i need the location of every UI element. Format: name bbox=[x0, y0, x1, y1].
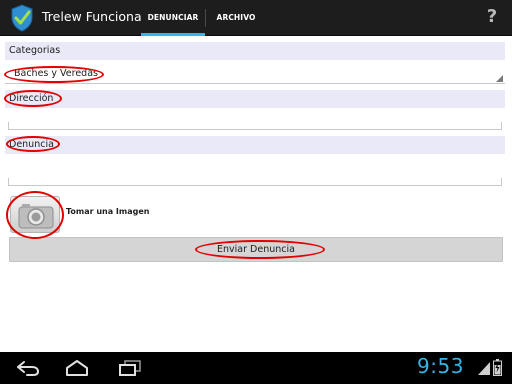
camera-icon bbox=[18, 204, 54, 229]
status-clock: 9:53 bbox=[417, 354, 464, 378]
help-button[interactable]: ? bbox=[482, 6, 502, 30]
categoria-selected-value: Baches y Veredas bbox=[14, 68, 98, 79]
take-photo-label: Tomar una Imagen bbox=[66, 207, 150, 216]
categorias-header: Categorias bbox=[5, 42, 505, 60]
tab-denunciar[interactable]: DENUNCIAR bbox=[141, 0, 205, 36]
signal-icon bbox=[478, 362, 490, 375]
spinner-corner-icon bbox=[496, 75, 503, 82]
tab-archivo[interactable]: ARCHIVO bbox=[206, 0, 266, 36]
denuncia-field[interactable] bbox=[8, 178, 502, 186]
categoria-spinner[interactable]: Baches y Veredas bbox=[5, 64, 505, 84]
direccion-header: Dirección bbox=[5, 90, 505, 108]
recent-apps-icon[interactable] bbox=[117, 359, 143, 377]
back-icon[interactable] bbox=[15, 359, 41, 377]
tab-denunciar-label: DENUNCIAR bbox=[147, 13, 199, 22]
action-bar: Trelew Funciona DENUNCIAR ARCHIVO ? bbox=[0, 0, 512, 36]
direccion-field[interactable] bbox=[8, 122, 502, 130]
system-navigation-bar: 9:53 bbox=[0, 352, 512, 384]
take-photo-button[interactable] bbox=[10, 196, 60, 233]
tab-archivo-label: ARCHIVO bbox=[216, 13, 256, 22]
app-logo-icon bbox=[11, 4, 33, 32]
enviar-denuncia-button[interactable]: Enviar Denuncia bbox=[9, 237, 503, 262]
denuncia-header: Denuncia bbox=[5, 136, 505, 154]
home-icon[interactable] bbox=[64, 359, 90, 377]
app-title: Trelew Funciona bbox=[42, 9, 142, 24]
battery-icon bbox=[493, 359, 502, 376]
tab-selected-indicator bbox=[141, 33, 205, 36]
